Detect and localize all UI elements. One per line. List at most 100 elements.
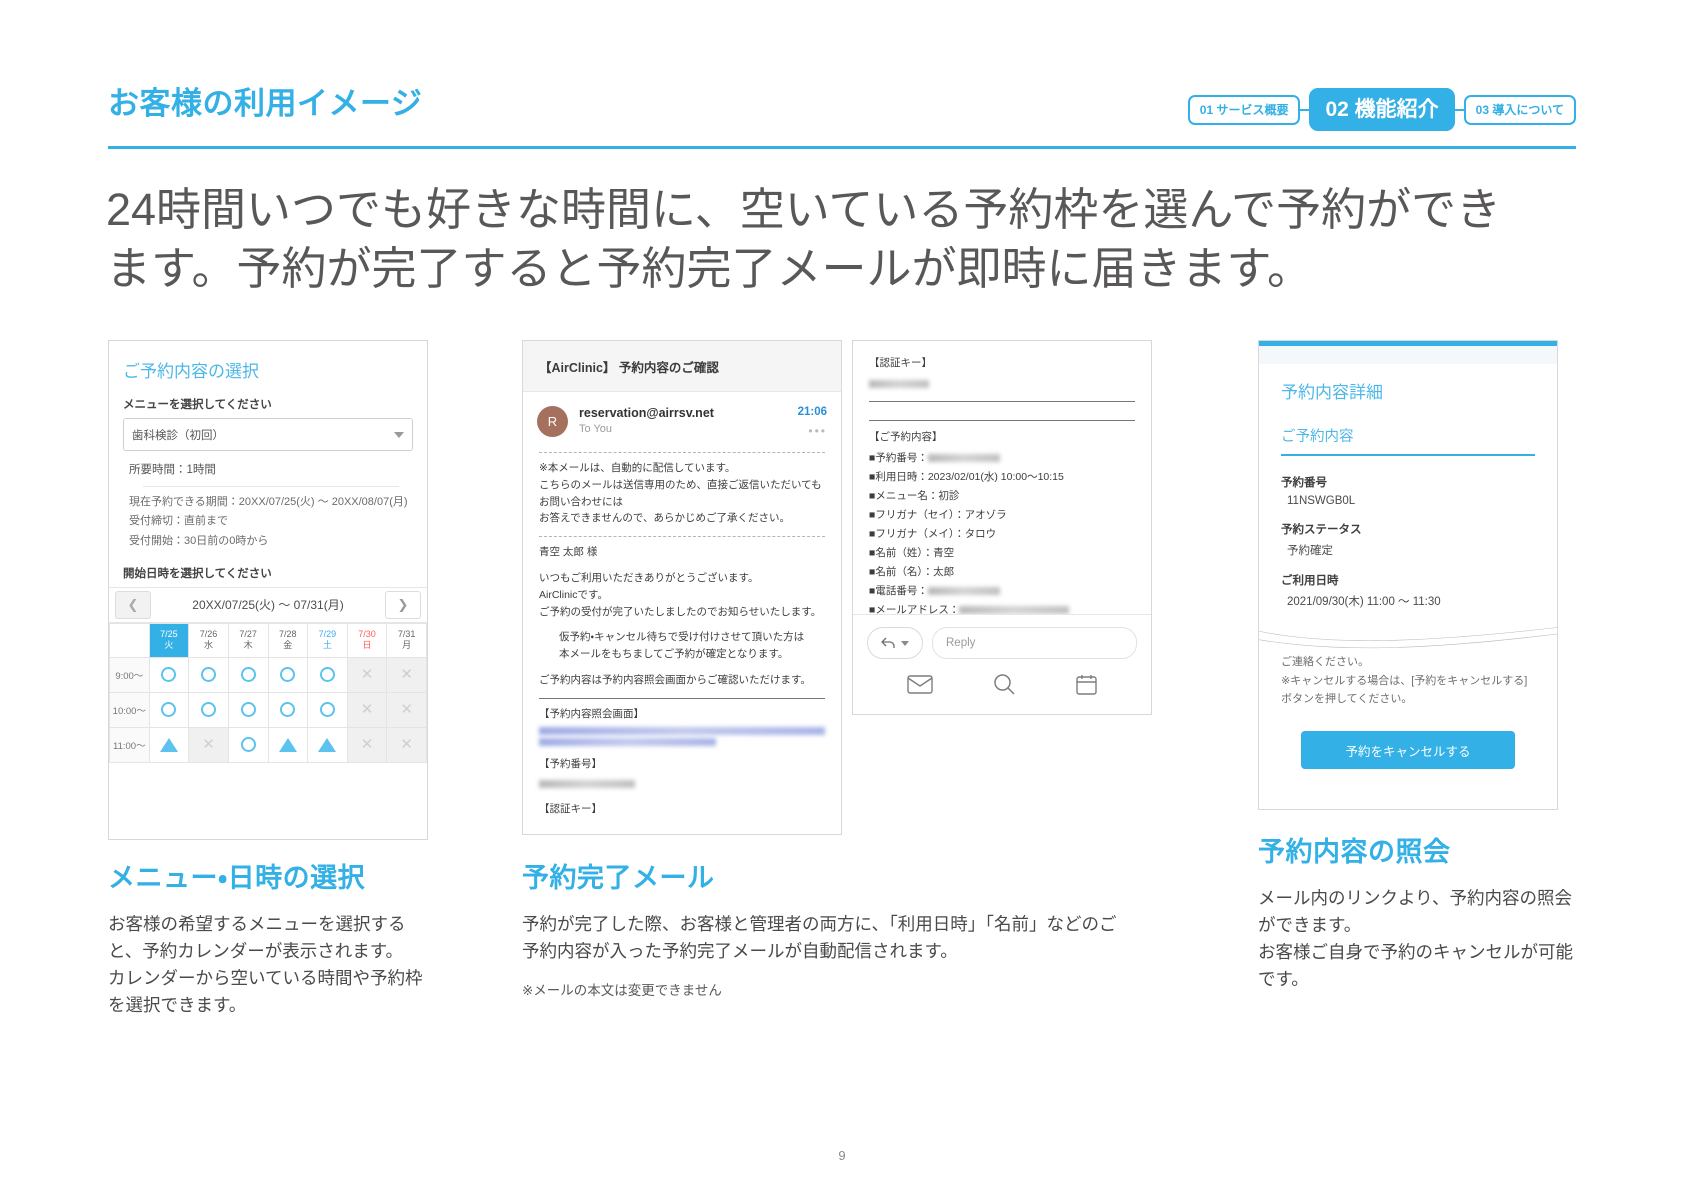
calendar-slot[interactable]	[307, 656, 348, 693]
calendar-day-header[interactable]: 7/25 火	[148, 622, 190, 658]
slot-few-icon	[159, 737, 178, 752]
nav-tab-02[interactable]: 02 機能紹介	[1309, 88, 1455, 131]
reservation-field-value: 青空	[933, 547, 955, 559]
detail-divider-1	[869, 401, 1135, 402]
caption-3: 予約内容の照会 メール内のリンクより、予約内容の照会ができます。 お客様ご自身で…	[1258, 830, 1588, 994]
reservation-field-label: ■フリガナ（セイ）：	[869, 509, 965, 521]
column-reservation-detail: 予約内容詳細 ご予約内容 予約番号 11NSWGB0L 予約ステータス 予約確定 ご利用…	[1258, 340, 1573, 989]
reservation-field-label: ■電話番号：	[869, 585, 928, 597]
caption-2: 予約完了メール 予約が完了した際、お客様と管理者の両方に、「利用日時」「名前」な…	[522, 856, 1122, 999]
calendar-slot: ✕	[188, 726, 229, 763]
calendar-day-header[interactable]: 7/26 水	[188, 622, 229, 658]
calendar-day-header[interactable]: 7/29 土	[307, 622, 348, 658]
page-number: 9	[838, 1148, 846, 1163]
calendar-row: 10:00～ ✕ ✕	[109, 691, 427, 728]
slot-available-icon	[161, 667, 177, 683]
nav-tab-01[interactable]: 01 サービス概要	[1187, 94, 1301, 125]
slot-unavailable-icon: ✕	[400, 736, 413, 754]
email-auto-note-2: こちらのメールは送信専用のため、直接ご返信いただいてもお問い合わせには	[539, 478, 822, 508]
column-completion-mail: 【AirClinic】 予約内容のご確認 R reservation@airrs…	[522, 340, 1116, 998]
slot-unavailable-icon: ✕	[400, 666, 413, 684]
calendar-row: 9:00～ ✕ ✕	[109, 656, 427, 693]
mail-reply-bar: Reply	[853, 614, 1151, 714]
reservation-field-value: 太郎	[933, 566, 955, 578]
calendar-slot[interactable]	[227, 691, 269, 728]
calendar-slot[interactable]	[148, 691, 190, 728]
slot-unavailable-icon: ✕	[360, 701, 374, 719]
calendar-slot[interactable]	[307, 691, 348, 728]
reservation-field-label: ■利用日時：	[869, 471, 928, 483]
slot-available-icon	[201, 667, 217, 683]
page-title: お客様の利用イメージ	[108, 86, 423, 121]
reservation-calendar: 7/25 火 7/26 水 7/27 木 7/28 金 7/29 土 7/30 日 7/31 月 9:00…	[109, 622, 427, 763]
nav-divider	[1454, 108, 1464, 111]
calendar-day-date: 7/30	[358, 629, 376, 640]
calendar-slot: ✕	[346, 656, 388, 693]
calendar-slot[interactable]	[148, 726, 190, 763]
chevron-left-icon[interactable]: ❮	[115, 590, 151, 619]
calendar-corner	[109, 622, 150, 658]
email-link-url-2[interactable]	[539, 737, 717, 746]
calendar-slot: ✕	[386, 656, 427, 693]
section-nav: 01 サービス概要 02 機能紹介 03 導入について	[1187, 88, 1576, 131]
calendar-header-row: 7/25 火 7/26 水 7/27 木 7/28 金 7/29 土 7/30 日 7/31 月	[109, 622, 427, 658]
reply-arrow-icon[interactable]	[867, 627, 923, 659]
email-link-url[interactable]	[539, 726, 825, 735]
nav-tab-03[interactable]: 03 導入について	[1463, 94, 1576, 125]
detail-note-1: ご連絡ください。	[1281, 656, 1369, 668]
calendar-day-header[interactable]: 7/27 木	[227, 622, 269, 658]
calendar-slot[interactable]	[188, 656, 229, 693]
authkey-value	[869, 380, 929, 389]
calendar-slot[interactable]	[307, 726, 348, 763]
calendar-day-header[interactable]: 7/28 金	[267, 622, 309, 658]
caption-3-title: 予約内容の照会	[1258, 837, 1451, 867]
reservation-field-label: ■名前（姓）：	[869, 547, 934, 559]
email-subject: 【AirClinic】 予約内容のご確認	[523, 341, 841, 392]
mail-toolbar	[867, 673, 1137, 700]
calendar-day-date: 7/29	[318, 629, 337, 640]
detail-field-label: 予約番号	[1281, 477, 1327, 489]
slot-available-icon	[240, 737, 256, 753]
calendar-time-label: 9:00～	[109, 656, 150, 693]
calendar-slot[interactable]	[267, 726, 309, 763]
caption-1: メニュー・日時の選択 お客様の希望するメニューを選択すると、予約カレンダーが表示…	[108, 856, 430, 1020]
calendar-day-header[interactable]: 7/30 日	[346, 622, 388, 658]
cancel-reservation-button[interactable]: 予約をキャンセルする	[1301, 731, 1515, 770]
calendar-day-weekday: 土	[322, 640, 332, 651]
envelope-icon[interactable]	[907, 674, 933, 699]
email-auto-note-3: お答えできませんので、あらかじめご了承ください。	[539, 512, 790, 525]
more-options-icon[interactable]: •••	[798, 424, 827, 438]
calendar-slot[interactable]	[148, 656, 190, 693]
detail-subtitle: ご予約内容	[1281, 429, 1354, 445]
p1-title: ご予約内容の選択	[123, 362, 259, 381]
detail-field-label: 予約ステータス	[1281, 524, 1362, 536]
reservation-field-value: アオゾラ	[964, 509, 1007, 521]
chevron-right-icon[interactable]: ❯	[385, 590, 421, 619]
detail-field-value: 11NSWGB0L	[1287, 495, 1356, 507]
calendar-slot[interactable]	[227, 656, 269, 693]
calendar-slot[interactable]	[267, 691, 309, 728]
screenshot-reservation-detail: 予約内容詳細 ご予約内容 予約番号 11NSWGB0L 予約ステータス 予約確定 ご利用…	[1258, 340, 1558, 810]
menu-select[interactable]: 歯科検診（初回）	[123, 418, 413, 451]
calendar-slot[interactable]	[227, 726, 269, 763]
reservation-field: ■利用日時：2023/02/01(水) 10:00～10:15	[869, 469, 1135, 486]
email-line-4: ご予約内容は予約内容照会画面からご確認いただけます。	[539, 673, 811, 686]
email-auto-note-1: ※本メールは、自動的に配信しています。	[539, 462, 736, 474]
email-line-3: ご予約の受付が完了いたしましたのでお知らせいたします。	[539, 605, 822, 618]
calendar-slot[interactable]	[188, 691, 229, 728]
calendar-slot[interactable]	[267, 656, 309, 693]
reservation-field-masked-value	[927, 587, 1000, 596]
calendar-day-header[interactable]: 7/31 月	[386, 622, 427, 658]
slot-available-icon	[319, 702, 335, 718]
email-dash-divider-2	[539, 536, 825, 538]
calendar-day-weekday: 日	[362, 640, 372, 651]
caption-3-body: メール内のリンクより、予約内容の照会ができます。 お客様ご自身で予約のキャンセル…	[1258, 888, 1573, 990]
headline: 24時間いつでも好きな時間に、空いている予約枠を選んで予約ができます。予約が完了…	[106, 184, 1502, 295]
menu-select-value: 歯科検診（初回）	[132, 429, 224, 442]
nav-divider	[1300, 108, 1310, 111]
calendar-icon[interactable]	[1076, 674, 1097, 700]
calendar-day-date: 7/25	[160, 629, 178, 640]
reservation-field-value: 2023/02/01(水) 10:00～10:15	[927, 471, 1064, 483]
reply-input[interactable]: Reply	[932, 627, 1137, 659]
search-icon[interactable]	[993, 673, 1016, 700]
